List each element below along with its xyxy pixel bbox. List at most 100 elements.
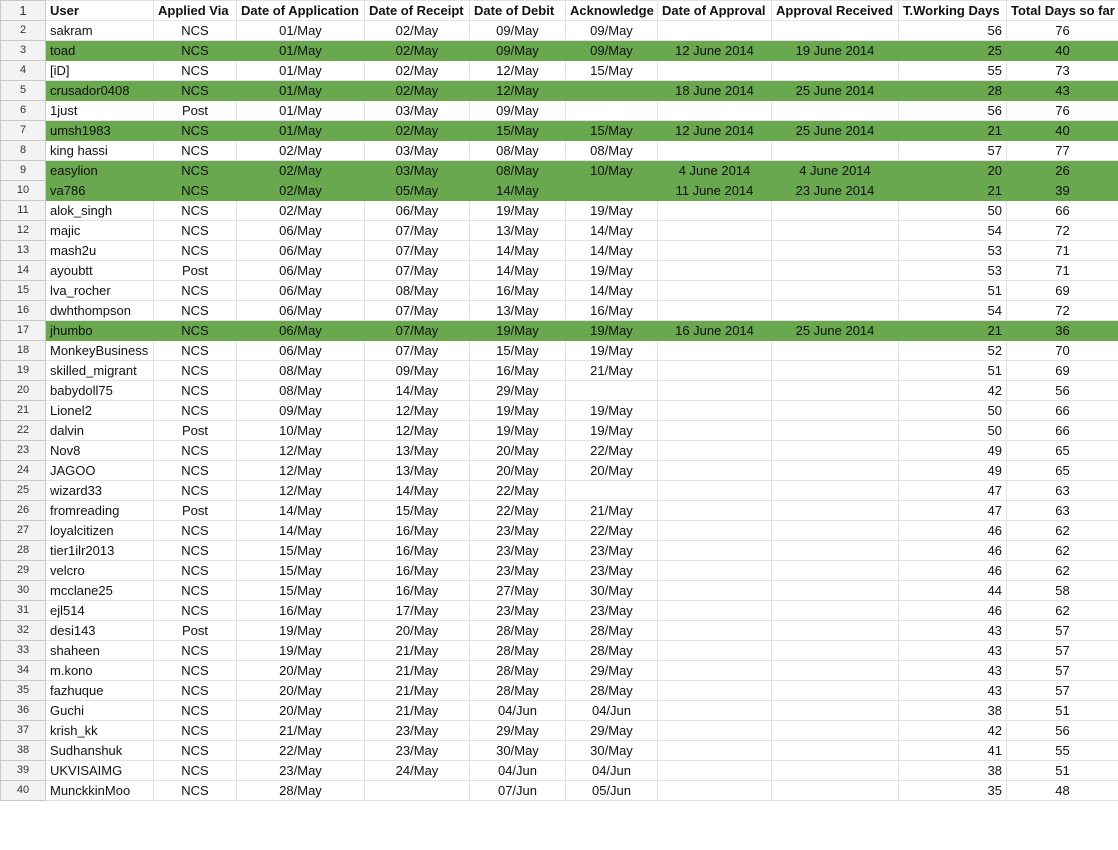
cell-date-of-debit[interactable]: 19/May bbox=[469, 420, 566, 441]
cell-date-of-application[interactable]: 15/May bbox=[236, 560, 365, 581]
cell-date-of-debit[interactable]: 29/May bbox=[469, 380, 566, 401]
cell-approval-received[interactable] bbox=[771, 680, 899, 701]
cell-date-of-application[interactable]: 15/May bbox=[236, 580, 365, 601]
cell-date-of-receipt[interactable]: 12/May bbox=[364, 420, 470, 441]
cell-user[interactable]: fromreading bbox=[45, 500, 154, 521]
cell-working-days[interactable]: 41 bbox=[898, 740, 1007, 761]
cell-approval-received[interactable]: 25 June 2014 bbox=[771, 320, 899, 341]
row-number[interactable]: 28 bbox=[0, 540, 46, 561]
cell-date-of-receipt[interactable]: 07/May bbox=[364, 340, 470, 361]
cell-approval-received[interactable] bbox=[771, 400, 899, 421]
row-number[interactable]: 8 bbox=[0, 140, 46, 161]
cell-user[interactable]: alok_singh bbox=[45, 200, 154, 221]
cell-date-of-application[interactable]: 23/May bbox=[236, 760, 365, 781]
cell-working-days[interactable]: 55 bbox=[898, 60, 1007, 81]
cell-date-of-debit[interactable]: 23/May bbox=[469, 560, 566, 581]
cell-approval-received[interactable] bbox=[771, 640, 899, 661]
header-acknowledge[interactable]: Acknowledge bbox=[565, 0, 658, 21]
row-number[interactable]: 40 bbox=[0, 780, 46, 801]
cell-acknowledge[interactable]: 05/Jun bbox=[565, 780, 658, 801]
cell-total-days[interactable]: 72 bbox=[1006, 300, 1118, 321]
cell-approval-received[interactable] bbox=[771, 620, 899, 641]
cell-acknowledge[interactable]: 19/May bbox=[565, 320, 658, 341]
cell-date-of-approval[interactable] bbox=[657, 60, 772, 81]
row-number[interactable]: 35 bbox=[0, 680, 46, 701]
row-number[interactable]: 5 bbox=[0, 80, 46, 101]
cell-date-of-debit[interactable]: 08/May bbox=[469, 140, 566, 161]
header-date-of-application[interactable]: Date of Application bbox=[236, 0, 365, 21]
cell-date-of-debit[interactable]: 13/May bbox=[469, 220, 566, 241]
header-date-of-receipt[interactable]: Date of Receipt bbox=[364, 0, 470, 21]
cell-acknowledge[interactable]: 21/May bbox=[565, 500, 658, 521]
cell-date-of-receipt[interactable]: 06/May bbox=[364, 200, 470, 221]
cell-date-of-debit[interactable]: 09/May bbox=[469, 20, 566, 41]
row-number[interactable]: 37 bbox=[0, 720, 46, 741]
row-number[interactable]: 12 bbox=[0, 220, 46, 241]
cell-date-of-application[interactable]: 28/May bbox=[236, 780, 365, 801]
cell-date-of-approval[interactable] bbox=[657, 640, 772, 661]
cell-acknowledge[interactable]: 19/May bbox=[565, 200, 658, 221]
cell-date-of-application[interactable]: 01/May bbox=[236, 60, 365, 81]
cell-user[interactable]: UKVISAIMG bbox=[45, 760, 154, 781]
cell-working-days[interactable]: 54 bbox=[898, 220, 1007, 241]
cell-working-days[interactable]: 50 bbox=[898, 400, 1007, 421]
row-number[interactable]: 30 bbox=[0, 580, 46, 601]
cell-date-of-approval[interactable] bbox=[657, 240, 772, 261]
cell-user[interactable]: Guchi bbox=[45, 700, 154, 721]
cell-date-of-approval[interactable] bbox=[657, 560, 772, 581]
cell-date-of-approval[interactable] bbox=[657, 360, 772, 381]
cell-total-days[interactable]: 69 bbox=[1006, 280, 1118, 301]
cell-applied-via[interactable]: NCS bbox=[153, 240, 237, 261]
cell-total-days[interactable]: 57 bbox=[1006, 640, 1118, 661]
cell-acknowledge[interactable]: 09/May bbox=[565, 20, 658, 41]
header-working-days[interactable]: T.Working Days bbox=[898, 0, 1007, 21]
cell-total-days[interactable]: 40 bbox=[1006, 120, 1118, 141]
cell-applied-via[interactable]: NCS bbox=[153, 220, 237, 241]
cell-date-of-approval[interactable] bbox=[657, 260, 772, 281]
cell-total-days[interactable]: 39 bbox=[1006, 180, 1118, 201]
cell-total-days[interactable]: 63 bbox=[1006, 480, 1118, 501]
cell-date-of-approval[interactable] bbox=[657, 20, 772, 41]
cell-user[interactable]: shaheen bbox=[45, 640, 154, 661]
cell-date-of-approval[interactable] bbox=[657, 200, 772, 221]
cell-date-of-receipt[interactable]: 07/May bbox=[364, 300, 470, 321]
cell-date-of-receipt[interactable]: 03/May bbox=[364, 100, 470, 121]
cell-date-of-approval[interactable]: 4 June 2014 bbox=[657, 160, 772, 181]
cell-acknowledge[interactable]: 29/May bbox=[565, 720, 658, 741]
cell-working-days[interactable]: 42 bbox=[898, 380, 1007, 401]
cell-working-days[interactable]: 28 bbox=[898, 80, 1007, 101]
header-total-days[interactable]: Total Days so far bbox=[1006, 0, 1118, 21]
header-approval-received[interactable]: Approval Received bbox=[771, 0, 899, 21]
cell-acknowledge[interactable]: 19/May bbox=[565, 340, 658, 361]
cell-date-of-debit[interactable]: 07/Jun bbox=[469, 780, 566, 801]
cell-approval-received[interactable] bbox=[771, 140, 899, 161]
cell-applied-via[interactable]: Post bbox=[153, 100, 237, 121]
cell-date-of-receipt[interactable]: 09/May bbox=[364, 360, 470, 381]
cell-date-of-approval[interactable] bbox=[657, 680, 772, 701]
row-number[interactable]: 22 bbox=[0, 420, 46, 441]
cell-approval-received[interactable] bbox=[771, 220, 899, 241]
cell-approval-received[interactable] bbox=[771, 440, 899, 461]
cell-working-days[interactable]: 43 bbox=[898, 660, 1007, 681]
cell-working-days[interactable]: 35 bbox=[898, 780, 1007, 801]
cell-date-of-approval[interactable] bbox=[657, 100, 772, 121]
cell-acknowledge[interactable] bbox=[565, 180, 658, 201]
cell-applied-via[interactable]: NCS bbox=[153, 440, 237, 461]
cell-total-days[interactable]: 71 bbox=[1006, 240, 1118, 261]
cell-date-of-application[interactable]: 16/May bbox=[236, 600, 365, 621]
cell-approval-received[interactable] bbox=[771, 520, 899, 541]
cell-acknowledge[interactable]: 15/May bbox=[565, 120, 658, 141]
cell-date-of-approval[interactable] bbox=[657, 340, 772, 361]
cell-user[interactable]: JAGOO bbox=[45, 460, 154, 481]
cell-total-days[interactable]: 56 bbox=[1006, 720, 1118, 741]
row-number[interactable]: 36 bbox=[0, 700, 46, 721]
cell-approval-received[interactable] bbox=[771, 460, 899, 481]
cell-working-days[interactable]: 53 bbox=[898, 240, 1007, 261]
cell-date-of-application[interactable]: 01/May bbox=[236, 100, 365, 121]
cell-approval-received[interactable]: 25 June 2014 bbox=[771, 80, 899, 101]
row-number[interactable]: 15 bbox=[0, 280, 46, 301]
row-number[interactable]: 24 bbox=[0, 460, 46, 481]
cell-date-of-receipt[interactable]: 13/May bbox=[364, 440, 470, 461]
cell-user[interactable]: krish_kk bbox=[45, 720, 154, 741]
cell-acknowledge[interactable]: 23/May bbox=[565, 560, 658, 581]
